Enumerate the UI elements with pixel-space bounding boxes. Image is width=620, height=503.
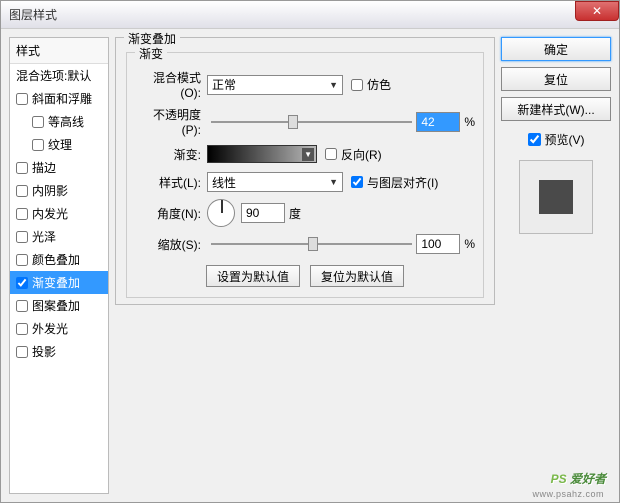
watermark: PS 爱好者	[551, 463, 606, 489]
right-panel: 确定 复位 新建样式(W)... 预览(V)	[501, 37, 611, 494]
preview-box	[519, 160, 593, 234]
angle-dial[interactable]	[207, 199, 235, 227]
styles-sidebar: 样式 混合选项:默认 斜面和浮雕等高线纹理描边内阴影内发光光泽颜色叠加渐变叠加图…	[9, 37, 109, 494]
preview-swatch	[539, 180, 573, 214]
sidebar-item-3[interactable]: 描边	[10, 156, 108, 179]
scale-value[interactable]: 100	[416, 234, 460, 254]
inner-group-title: 渐变	[135, 45, 167, 62]
reset-default-button[interactable]: 复位为默认值	[310, 265, 404, 287]
chevron-down-icon: ▼	[329, 177, 338, 187]
opacity-value[interactable]: 42	[416, 112, 460, 132]
center-panel: 渐变叠加 渐变 混合模式(O): 正常 ▼ 仿色	[115, 37, 495, 494]
opacity-slider[interactable]	[211, 115, 412, 129]
close-button[interactable]: ✕	[575, 1, 619, 21]
titlebar: 图层样式 ✕	[1, 1, 619, 29]
angle-label: 角度(N):	[135, 205, 207, 222]
sidebar-item-4[interactable]: 内阴影	[10, 179, 108, 202]
reset-button[interactable]: 复位	[501, 67, 611, 91]
gradient-label: 渐变:	[135, 146, 207, 163]
sidebar-item-2[interactable]: 纹理	[10, 133, 108, 156]
watermark-url: www.psahz.com	[532, 489, 604, 499]
ok-button[interactable]: 确定	[501, 37, 611, 61]
sidebar-item-1[interactable]: 等高线	[10, 110, 108, 133]
gradient-picker[interactable]: ▼	[207, 145, 317, 163]
blend-mode-label: 混合模式(O):	[135, 69, 207, 100]
chevron-down-icon: ▼	[302, 148, 314, 161]
sidebar-item-11[interactable]: 投影	[10, 340, 108, 363]
sidebar-item-5[interactable]: 内发光	[10, 202, 108, 225]
sidebar-item-6[interactable]: 光泽	[10, 225, 108, 248]
scale-slider[interactable]	[211, 237, 412, 251]
set-default-button[interactable]: 设置为默认值	[206, 265, 300, 287]
sidebar-item-9[interactable]: 图案叠加	[10, 294, 108, 317]
style-label: 样式(L):	[135, 174, 207, 191]
sidebar-item-10[interactable]: 外发光	[10, 317, 108, 340]
preview-checkbox[interactable]: 预览(V)	[501, 131, 611, 148]
angle-value[interactable]: 90	[241, 203, 285, 223]
align-checkbox[interactable]: 与图层对齐(I)	[351, 174, 438, 191]
reverse-checkbox[interactable]: 反向(R)	[325, 146, 382, 163]
sidebar-item-7[interactable]: 颜色叠加	[10, 248, 108, 271]
opacity-label: 不透明度(P):	[135, 106, 207, 137]
sidebar-item-8[interactable]: 渐变叠加	[10, 271, 108, 294]
blend-mode-combo[interactable]: 正常 ▼	[207, 75, 343, 95]
sidebar-header: 样式	[10, 38, 108, 64]
sidebar-blend-defaults[interactable]: 混合选项:默认	[10, 64, 108, 87]
new-style-button[interactable]: 新建样式(W)...	[501, 97, 611, 121]
chevron-down-icon: ▼	[329, 80, 338, 90]
sidebar-item-0[interactable]: 斜面和浮雕	[10, 87, 108, 110]
scale-label: 缩放(S):	[135, 236, 207, 253]
window-title: 图层样式	[9, 6, 57, 23]
dither-checkbox[interactable]: 仿色	[351, 76, 391, 93]
style-combo[interactable]: 线性 ▼	[207, 172, 343, 192]
